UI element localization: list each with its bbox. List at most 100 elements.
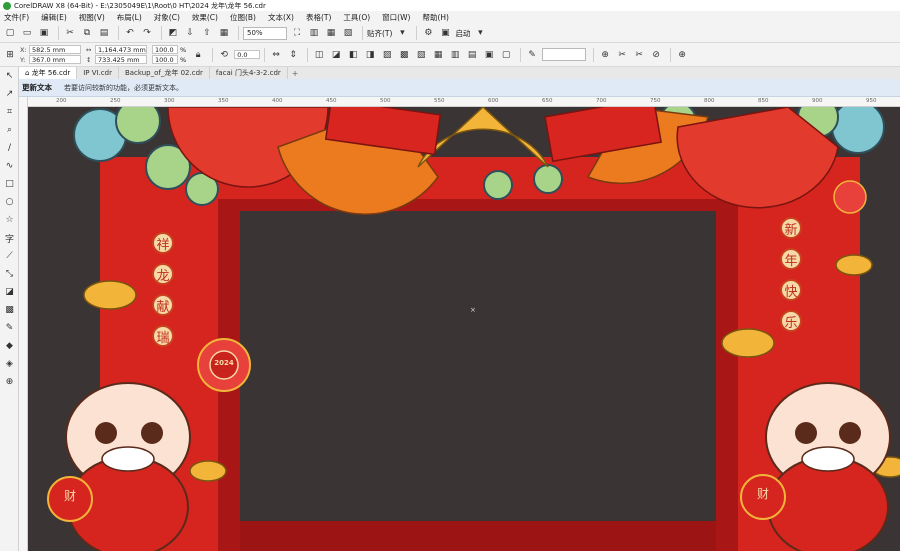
gold-ingot-small — [835, 254, 873, 276]
outline-width-dropdown[interactable] — [542, 48, 587, 61]
arch-floor — [240, 521, 716, 551]
pick-tool-icon[interactable]: ↖ — [0, 67, 19, 85]
crop-tool-icon[interactable]: ⌗ — [0, 103, 19, 121]
menu-file[interactable]: 文件(F) — [4, 12, 29, 23]
menu-tools[interactable]: 工具(O) — [343, 12, 370, 23]
selection-center-icon[interactable]: × — [470, 306, 476, 314]
full-screen-icon[interactable]: ⛶ — [290, 26, 304, 40]
open-folder-icon[interactable]: ▭ — [20, 26, 34, 40]
create-boundary-icon[interactable]: ▢ — [499, 48, 513, 62]
rectangle-tool-icon[interactable]: □ — [0, 175, 19, 193]
front-minus-back-icon[interactable]: ▤ — [465, 48, 479, 62]
scale-width-field[interactable]: 100.0 — [152, 45, 178, 54]
cut-mark-icon[interactable]: ✂ — [632, 48, 646, 62]
y-label: Y: — [20, 55, 26, 64]
percent-unit: % — [180, 45, 187, 54]
new-document-icon[interactable]: ▢ — [3, 26, 17, 40]
connector-tool-icon[interactable]: ⤡ — [0, 265, 19, 283]
add-tool-icon[interactable]: ⊕ — [0, 373, 19, 391]
save-icon[interactable]: ▣ — [37, 26, 51, 40]
menu-text[interactable]: 文本(X) — [268, 12, 294, 23]
shape-tool-icon[interactable]: ↗ — [0, 85, 19, 103]
chevron-down-icon[interactable]: ▾ — [395, 26, 409, 40]
import-icon[interactable]: ⇩ — [183, 26, 197, 40]
menu-window[interactable]: 窗口(W) — [382, 12, 410, 23]
scissors-icon[interactable]: ✂ — [615, 48, 629, 62]
polygon-tool-icon[interactable]: ☆ — [0, 211, 19, 229]
smart-fill-icon[interactable]: ◈ — [0, 355, 19, 373]
group-icon[interactable]: ◫ — [312, 48, 326, 62]
redo-icon[interactable]: ↷ — [140, 26, 154, 40]
zoom-tool-icon[interactable]: ⌕ — [0, 121, 19, 139]
scale-height-field[interactable]: 100.0 — [152, 55, 178, 64]
x-position-field[interactable]: 582.5 mm — [29, 45, 81, 54]
launch-app-icon[interactable]: ▣ — [438, 26, 452, 40]
search-content-icon[interactable]: ◩ — [166, 26, 180, 40]
toolbar-divider — [58, 26, 59, 40]
object-origin-icon[interactable]: ⊞ — [3, 48, 17, 62]
chevron-down-icon[interactable]: ▾ — [473, 26, 487, 40]
hint-title[interactable]: 更新文本 — [22, 82, 52, 93]
ungroup-all-icon[interactable]: ◧ — [346, 48, 360, 62]
menu-bitmaps[interactable]: 位图(B) — [230, 12, 256, 23]
snap-to-dropdown[interactable]: 贴齐(T) — [367, 28, 392, 39]
menu-table[interactable]: 表格(T) — [306, 12, 331, 23]
add-preset-icon[interactable]: ⊕ — [675, 48, 689, 62]
outline-width-icon[interactable]: ✎ — [525, 48, 539, 62]
dimension-tool-icon[interactable]: ⟋ — [0, 247, 19, 265]
tab-document-4[interactable]: facai 门头4-3-2.cdr — [210, 67, 288, 79]
drop-shadow-icon[interactable]: ◪ — [0, 283, 19, 301]
toolbar-divider — [264, 47, 266, 62]
menu-edit[interactable]: 编辑(E) — [41, 12, 67, 23]
lock-ratio-icon[interactable]: 🔒︎ — [191, 48, 205, 62]
mirror-vertical-icon[interactable]: ⇕ — [286, 48, 300, 62]
artistic-media-icon[interactable]: ∿ — [0, 157, 19, 175]
show-guidelines-icon[interactable]: ▧ — [341, 26, 355, 40]
intersect-icon[interactable]: ▦ — [431, 48, 445, 62]
text-tool-icon[interactable]: 字 — [0, 229, 19, 247]
menu-view[interactable]: 视图(V) — [79, 12, 105, 23]
height-field[interactable]: 733.425 mm — [95, 55, 147, 64]
drawing-canvas[interactable]: 祥 龙 献 瑞 新 年 快 乐 2024 财 财 × — [28, 107, 900, 551]
cut-icon[interactable]: ✂ — [63, 26, 77, 40]
copy-icon[interactable]: ⧉ — [80, 26, 94, 40]
combine-icon[interactable]: ◨ — [363, 48, 377, 62]
knife-icon[interactable]: ⊘ — [649, 48, 663, 62]
rotate-icon[interactable]: ⟲ — [217, 48, 231, 62]
horizontal-ruler[interactable]: 200 250 300 350 400 450 500 550 600 650 … — [28, 97, 900, 107]
show-rulers-icon[interactable]: ▥ — [307, 26, 321, 40]
tab-document-2[interactable]: IP VI.cdr — [77, 67, 119, 79]
freehand-tool-icon[interactable]: ∕ — [0, 139, 19, 157]
trim-icon[interactable]: ▧ — [414, 48, 428, 62]
add-tab-icon[interactable]: + — [288, 69, 303, 78]
vertical-ruler[interactable] — [19, 97, 28, 551]
publish-pdf-icon[interactable]: ▦ — [217, 26, 231, 40]
transparency-tool-icon[interactable]: ▩ — [0, 301, 19, 319]
ungroup-icon[interactable]: ◪ — [329, 48, 343, 62]
wrap-text-icon[interactable]: ⊕ — [598, 48, 612, 62]
menu-layout[interactable]: 布局(L) — [117, 12, 142, 23]
menu-effects[interactable]: 效果(C) — [192, 12, 218, 23]
back-minus-front-icon[interactable]: ▣ — [482, 48, 496, 62]
show-grid-icon[interactable]: ▦ — [324, 26, 338, 40]
undo-icon[interactable]: ↶ — [123, 26, 137, 40]
tab-document-3[interactable]: Backup_of_龙年 02.cdr — [119, 67, 210, 79]
paste-icon[interactable]: ▤ — [97, 26, 111, 40]
menu-help[interactable]: 帮助(H) — [422, 12, 449, 23]
weld-icon[interactable]: ▩ — [397, 48, 411, 62]
mirror-horizontal-icon[interactable]: ⇔ — [269, 48, 283, 62]
menu-object[interactable]: 对象(C) — [154, 12, 180, 23]
ellipse-tool-icon[interactable]: ○ — [0, 193, 19, 211]
export-icon[interactable]: ⇧ — [200, 26, 214, 40]
tab-document-1[interactable]: ⌂ 龙年 56.cdr — [19, 67, 78, 79]
break-apart-icon[interactable]: ▨ — [380, 48, 394, 62]
simplify-icon[interactable]: ▥ — [448, 48, 462, 62]
options-gear-icon[interactable]: ⚙ — [421, 26, 435, 40]
rotation-angle-field[interactable]: 0.0 — [234, 50, 261, 59]
y-position-field[interactable]: 367.0 mm — [29, 55, 81, 64]
interactive-fill-icon[interactable]: ◆ — [0, 337, 19, 355]
zoom-level-dropdown[interactable]: 50% — [243, 26, 287, 40]
eyedropper-tool-icon[interactable]: ✎ — [0, 319, 19, 337]
width-field[interactable]: 1,164.473 mm — [95, 45, 147, 54]
launch-dropdown[interactable]: 启动 — [455, 28, 470, 39]
